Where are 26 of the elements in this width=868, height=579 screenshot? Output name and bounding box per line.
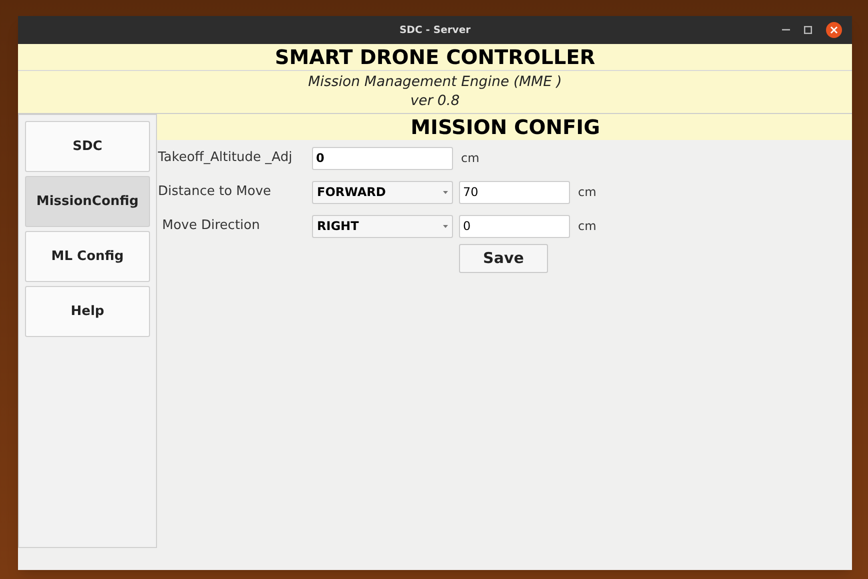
- dropdown[interactable]: FORWARD: [312, 180, 453, 204]
- version-label: ver 0.8: [409, 92, 461, 111]
- input-field[interactable]: 70: [459, 180, 570, 204]
- app-title: SMART DRONE CONTROLLER: [18, 44, 852, 71]
- field-label: Takeoff_Altitude _Adj: [157, 149, 294, 168]
- caret-icon: [443, 190, 448, 194]
- save-button[interactable]: Save: [459, 244, 548, 273]
- input-field[interactable]: 0: [459, 214, 570, 238]
- field-label: Distance to Move: [157, 183, 272, 202]
- caret-icon: [443, 224, 448, 228]
- unit-label: cm: [578, 218, 596, 235]
- close-icon[interactable]: [826, 22, 842, 38]
- sidebar-tab[interactable]: ML Config: [25, 231, 150, 282]
- maximize-icon[interactable]: [804, 26, 812, 34]
- input-field[interactable]: 0: [312, 146, 453, 170]
- field-label: Move Direction: [161, 217, 261, 236]
- dropdown[interactable]: RIGHT: [312, 214, 453, 238]
- sidebar-tab[interactable]: Help: [25, 286, 150, 337]
- sidebar-tab[interactable]: SDC: [25, 121, 150, 172]
- section-title: MISSION CONFIG: [157, 114, 852, 140]
- minimize-icon[interactable]: [782, 29, 790, 31]
- window-title: SDC - Server: [399, 24, 471, 38]
- unit-label: cm: [578, 184, 596, 201]
- unit-label: cm: [461, 150, 480, 167]
- app-subtitle: Mission Management Engine (MME ): [307, 73, 563, 92]
- sidebar-tab[interactable]: MissionConfig: [25, 176, 150, 227]
